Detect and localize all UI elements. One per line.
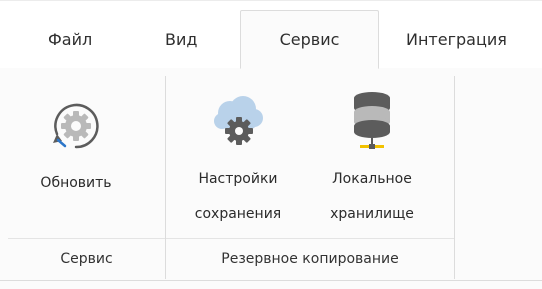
backup-settings-button[interactable]: Настройки сохранения <box>176 82 300 232</box>
group-label-service: Сервис <box>60 251 113 267</box>
cloud-gear-icon <box>206 82 270 162</box>
backup-settings-label-line2: сохранения <box>194 206 282 222</box>
group-divider <box>166 238 454 239</box>
group-label-backup: Резервное копирование <box>221 251 399 267</box>
refresh-gear-icon <box>44 86 108 166</box>
refresh-button[interactable]: Обновить <box>26 82 126 201</box>
backup-settings-label-line1: Настройки <box>198 171 278 187</box>
local-storage-button[interactable]: Локальное хранилище <box>304 82 440 232</box>
group-separator <box>165 76 166 279</box>
tab-integration[interactable]: Интеграция <box>406 10 507 69</box>
local-storage-label-line1: Локальное <box>332 171 412 187</box>
refresh-button-label: Обновить <box>40 175 112 191</box>
tab-file[interactable]: Файл <box>48 10 92 69</box>
tab-service[interactable]: Сервис <box>240 10 379 69</box>
tab-view[interactable]: Вид <box>165 10 197 69</box>
local-storage-label-line2: хранилище <box>330 206 414 222</box>
ribbon-bottom-border <box>0 280 542 281</box>
ribbon-tabs: Файл Вид Сервис Интеграция <box>0 0 542 69</box>
database-icon <box>340 82 404 162</box>
group-separator <box>454 76 455 279</box>
ribbon-window: Файл Вид Сервис Интеграция Обновить Наст… <box>0 0 542 289</box>
group-divider <box>8 238 165 239</box>
